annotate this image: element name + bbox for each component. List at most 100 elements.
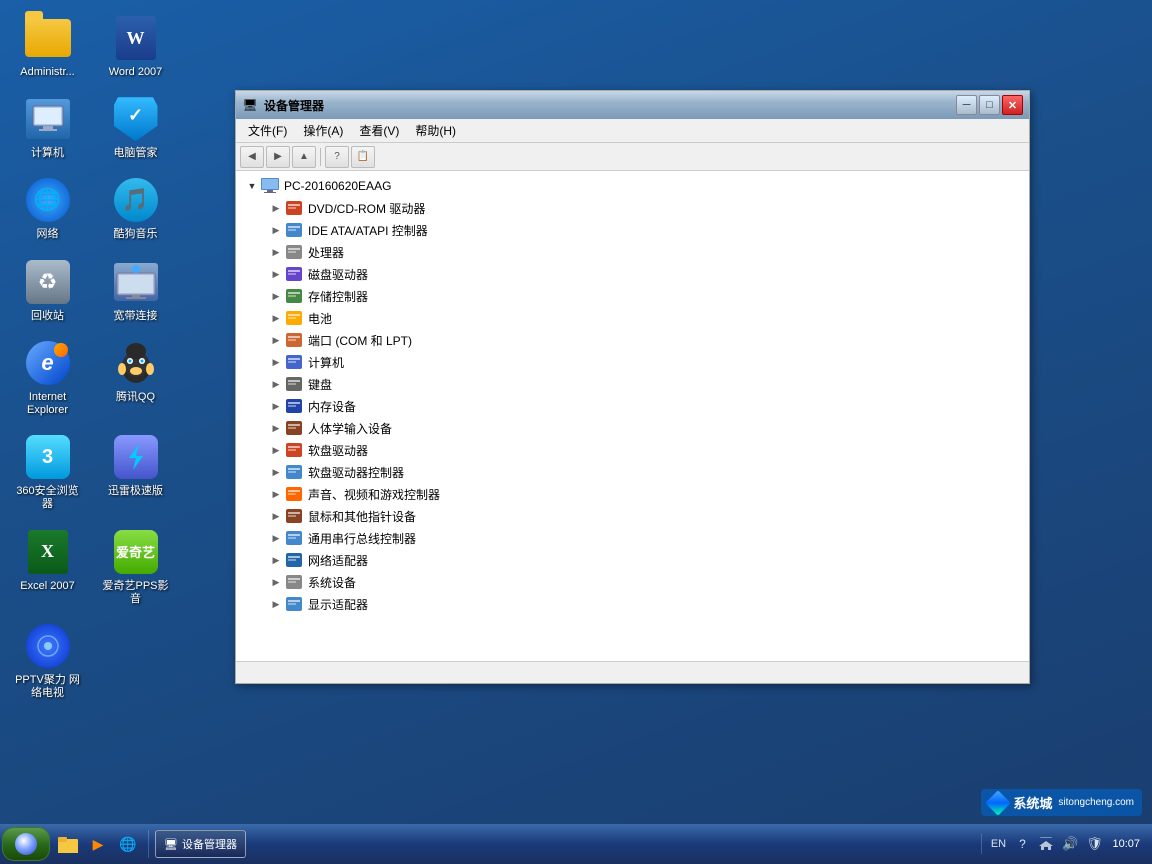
tree-item-label: 电池 <box>308 310 332 327</box>
desktop-icon-ie[interactable]: e Internet Explorer <box>10 335 85 421</box>
device-type-icon <box>284 463 304 481</box>
tree-item[interactable]: ▶人体学输入设备 <box>264 417 1025 439</box>
quicklaunch-bar: ▶ 🌐 <box>54 830 149 858</box>
watermark-text: 系统城 <box>1013 793 1052 812</box>
menu-view[interactable]: 查看(V) <box>351 120 407 141</box>
expand-arrow-icon[interactable]: ▶ <box>268 354 284 370</box>
desktop-icon-computer[interactable]: 计算机 <box>10 91 85 164</box>
device-type-icon <box>284 309 304 327</box>
volume-icon[interactable]: 🔊 <box>1060 834 1080 854</box>
tree-item[interactable]: ▶软盘驱动器控制器 <box>264 461 1025 483</box>
toolbar-up[interactable]: ▲ <box>292 146 316 168</box>
security-icon[interactable]: 🛡 <box>1084 834 1104 854</box>
toolbar-properties[interactable]: 📋 <box>351 146 375 168</box>
tree-item[interactable]: ▶软盘驱动器 <box>264 439 1025 461</box>
tree-item-label: 存储控制器 <box>308 288 368 305</box>
systray: EN ? 🔊 🛡 10:07 <box>981 834 1150 854</box>
window-titlebar[interactable]: 🖥 设备管理器 ─ □ ✕ <box>236 91 1029 119</box>
desktop-icon-admin[interactable]: Administr... <box>10 10 85 83</box>
desktop-icon-pptv[interactable]: PPTV聚力 网络电视 <box>10 618 85 704</box>
device-type-icon <box>284 221 304 239</box>
window-content[interactable]: ▼ PC-20160620EAAG ▶DVD/CD-ROM 驱动器▶IDE AT… <box>236 171 1029 661</box>
desktop-icon-qq[interactable]: 腾讯QQ <box>98 335 173 421</box>
desktop-icon-diannaoguan[interactable]: ✓ 电脑管家 <box>98 91 173 164</box>
expand-arrow-icon[interactable]: ▶ <box>268 508 284 524</box>
excel-icon: X <box>28 530 68 574</box>
menu-action[interactable]: 操作(A) <box>295 120 351 141</box>
tree-item[interactable]: ▶内存设备 <box>264 395 1025 417</box>
task-device-manager[interactable]: 🖥 设备管理器 <box>155 830 246 858</box>
tree-item-label: 声音、视频和游戏控制器 <box>308 486 440 503</box>
menu-help[interactable]: 帮助(H) <box>407 120 464 141</box>
expand-arrow-icon[interactable]: ▶ <box>268 464 284 480</box>
tree-item-label: 通用串行总线控制器 <box>308 530 416 547</box>
minimize-button[interactable]: ─ <box>956 95 977 115</box>
tree-item[interactable]: ▶ 显示适配器 <box>264 593 1025 615</box>
device-type-icon <box>284 287 304 305</box>
expand-arrow-icon[interactable]: ▶ <box>268 398 284 414</box>
expand-arrow-icon[interactable]: ▶ <box>268 310 284 326</box>
window-statusbar <box>236 661 1029 683</box>
clock[interactable]: 10:07 <box>1108 837 1144 851</box>
expand-arrow-icon[interactable]: ▶ <box>268 574 284 590</box>
expand-arrow-icon[interactable]: ▶ <box>268 244 284 260</box>
desktop-icon-word2007[interactable]: W Word 2007 <box>98 10 173 83</box>
tree-item[interactable]: ▶ 通用串行总线控制器 <box>264 527 1025 549</box>
expand-arrow-icon[interactable]: ▶ <box>268 552 284 568</box>
desktop-icon-recycle[interactable]: ♻ 回收站 <box>10 254 85 327</box>
ql-files[interactable] <box>54 830 82 858</box>
window-title-text: 设备管理器 <box>264 97 956 114</box>
desktop-icon-360[interactable]: 3 360安全浏览器 <box>10 429 85 515</box>
root-label: PC-20160620EAAG <box>284 179 391 193</box>
expand-arrow-icon[interactable]: ▶ <box>268 288 284 304</box>
tree-item[interactable]: ▶ 电池 <box>264 307 1025 329</box>
toolbar-back[interactable]: ◀ <box>240 146 264 168</box>
tree-item[interactable]: ▶ 声音、视频和游戏控制器 <box>264 483 1025 505</box>
lang-indicator[interactable]: EN <box>988 834 1008 854</box>
desktop-icon-network[interactable]: 🌐 网络 <box>10 172 85 245</box>
tree-item[interactable]: ▶网络适配器 <box>264 549 1025 571</box>
pps-icon: 爱奇艺 <box>114 530 158 574</box>
tree-item[interactable]: ▶IDE ATA/ATAPI 控制器 <box>264 219 1025 241</box>
expand-arrow-icon[interactable]: ▶ <box>268 376 284 392</box>
tree-item[interactable]: ▶DVD/CD-ROM 驱动器 <box>264 197 1025 219</box>
expand-arrow-icon[interactable]: ▶ <box>268 200 284 216</box>
tree-item[interactable]: ▶ 存储控制器 <box>264 285 1025 307</box>
menu-file[interactable]: 文件(F) <box>240 120 295 141</box>
desktop-icon-kugou[interactable]: 🎵 酷狗音乐 <box>98 172 173 245</box>
shield-icon: ✓ <box>114 97 158 141</box>
device-type-icon <box>284 529 304 547</box>
tree-item[interactable]: ▶磁盘驱动器 <box>264 263 1025 285</box>
tree-item[interactable]: ▶处理器 <box>264 241 1025 263</box>
tree-item[interactable]: ▶鼠标和其他指针设备 <box>264 505 1025 527</box>
expand-arrow-icon[interactable]: ▶ <box>268 486 284 502</box>
ql-media[interactable]: ▶ <box>84 830 112 858</box>
expand-arrow-icon[interactable]: ▶ <box>268 596 284 612</box>
tree-root-item[interactable]: ▼ PC-20160620EAAG <box>240 175 1025 197</box>
tree-item[interactable]: ▶系统设备 <box>264 571 1025 593</box>
desktop-icon-thunder[interactable]: 迅雷极速版 <box>98 429 173 515</box>
toolbar-help[interactable]: ? <box>325 146 349 168</box>
expand-arrow-icon[interactable]: ▶ <box>268 266 284 282</box>
tree-item[interactable]: ▶端口 (COM 和 LPT) <box>264 329 1025 351</box>
maximize-button[interactable]: □ <box>979 95 1000 115</box>
expand-arrow-icon[interactable]: ▶ <box>268 530 284 546</box>
expand-arrow-icon[interactable]: ▶ <box>268 442 284 458</box>
tree-item[interactable]: ▶键盘 <box>264 373 1025 395</box>
toolbar-forward[interactable]: ▶ <box>266 146 290 168</box>
desktop-icon-pps[interactable]: 爱奇艺 爱奇艺PPS影音 <box>98 524 173 610</box>
computer-tree-icon <box>260 177 280 195</box>
help-icon[interactable]: ? <box>1012 834 1032 854</box>
start-button[interactable] <box>2 827 50 861</box>
tree-item-label: 显示适配器 <box>308 596 368 613</box>
device-type-icon <box>284 353 304 371</box>
desktop-icon-excel2007[interactable]: X Excel 2007 <box>10 524 85 610</box>
network-icon[interactable] <box>1036 834 1056 854</box>
expand-arrow-icon[interactable]: ▶ <box>268 420 284 436</box>
expand-arrow-icon[interactable]: ▶ <box>268 332 284 348</box>
close-button[interactable]: ✕ <box>1002 95 1023 115</box>
expand-arrow-icon[interactable]: ▶ <box>268 222 284 238</box>
ql-ie[interactable]: 🌐 <box>114 830 142 858</box>
tree-item[interactable]: ▶计算机 <box>264 351 1025 373</box>
desktop-icon-broadband[interactable]: 宽带连接 <box>98 254 173 327</box>
